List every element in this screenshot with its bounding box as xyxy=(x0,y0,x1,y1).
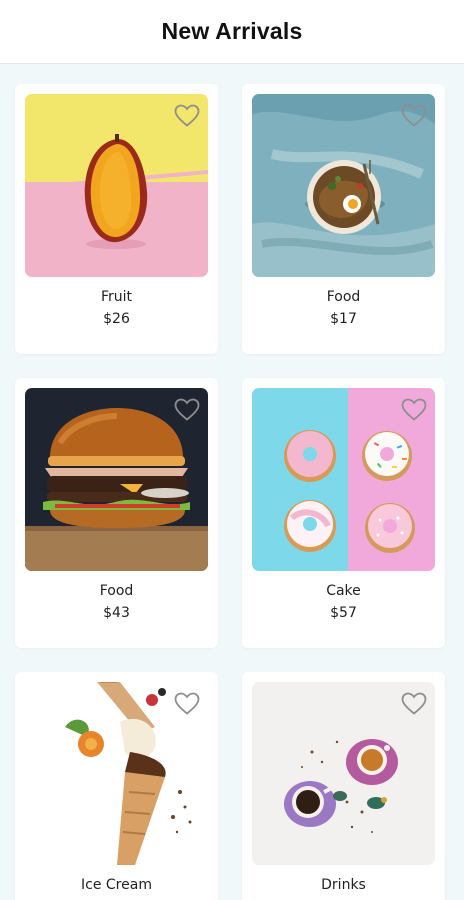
page-title: New Arrivals xyxy=(161,18,303,44)
product-name: Cake xyxy=(326,583,361,599)
product-image-burger[interactable] xyxy=(25,388,208,571)
product-image-ice-cream[interactable] xyxy=(25,682,208,865)
favorite-heart-icon[interactable] xyxy=(401,692,427,716)
product-price: $26 xyxy=(103,311,130,327)
product-card-drinks[interactable]: Drinks xyxy=(242,672,445,900)
product-card-cake[interactable]: Cake $57 xyxy=(242,378,445,648)
product-price: $17 xyxy=(330,311,357,327)
product-price: $57 xyxy=(330,605,357,621)
product-price: $43 xyxy=(103,605,130,621)
product-image-noodles[interactable] xyxy=(252,94,435,277)
product-card-fruit[interactable]: Fruit $26 xyxy=(15,84,218,354)
product-name: Food xyxy=(326,289,361,305)
app-header: New Arrivals xyxy=(0,0,464,64)
product-name: Fruit xyxy=(100,289,133,305)
favorite-heart-icon[interactable] xyxy=(401,104,427,128)
product-name: Ice Cream xyxy=(81,877,152,893)
favorite-heart-icon[interactable] xyxy=(174,398,200,422)
product-image-donuts[interactable] xyxy=(252,388,435,571)
product-card-food-burger[interactable]: Food $43 xyxy=(15,378,218,648)
favorite-heart-icon[interactable] xyxy=(401,398,427,422)
product-name: Drinks xyxy=(321,877,366,893)
favorite-heart-icon[interactable] xyxy=(174,104,200,128)
product-card-ice-cream[interactable]: Ice Cream xyxy=(15,672,218,900)
product-grid: Fruit $26 Food $17 Food $43 Cake $57 Ice… xyxy=(0,64,464,900)
product-card-food-noodles[interactable]: Food $17 xyxy=(242,84,445,354)
favorite-heart-icon[interactable] xyxy=(174,692,200,716)
product-name: Food xyxy=(99,583,134,599)
product-image-mango[interactable] xyxy=(25,94,208,277)
product-image-tea[interactable] xyxy=(252,682,435,865)
